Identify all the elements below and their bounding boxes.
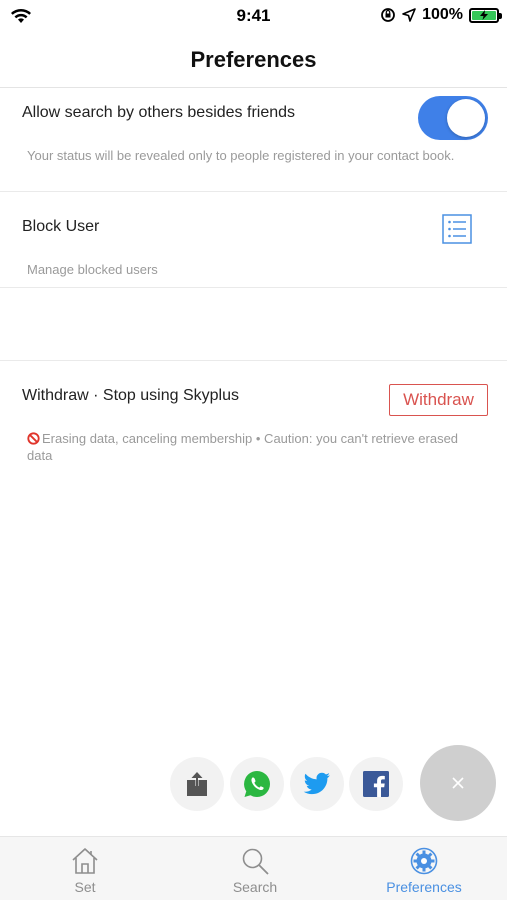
orientation-lock-icon xyxy=(381,8,395,22)
block-user-description: Manage blocked users xyxy=(27,262,158,277)
twitter-icon xyxy=(303,772,330,795)
block-user-row[interactable]: Block User Manage blocked users xyxy=(0,192,507,288)
prohibited-icon xyxy=(27,432,40,445)
export-icon xyxy=(187,772,207,796)
tab-label: Preferences xyxy=(386,879,462,895)
section-spacer xyxy=(0,288,507,361)
whatsapp-icon xyxy=(244,771,270,797)
withdraw-description: Erasing data, canceling membership • Cau… xyxy=(27,430,477,464)
tab-bar: Set Search Preferences xyxy=(0,836,507,900)
battery-percent: 100% xyxy=(422,6,463,23)
withdraw-title: Withdraw · Stop using Skyplus xyxy=(22,387,239,404)
share-facebook-button[interactable] xyxy=(349,757,403,811)
location-icon xyxy=(402,8,416,22)
withdraw-button[interactable]: Withdraw xyxy=(389,384,488,416)
withdraw-description-text: Erasing data, canceling membership • Cau… xyxy=(27,431,459,463)
page-title: Preferences xyxy=(190,46,317,72)
tab-preferences[interactable]: Preferences xyxy=(374,837,474,900)
list-icon[interactable] xyxy=(442,214,472,244)
share-twitter-button[interactable] xyxy=(290,757,344,811)
status-bar: 9:41 100% xyxy=(0,0,507,32)
status-right: 100% xyxy=(380,6,502,24)
block-user-title: Block User xyxy=(22,218,100,235)
tab-set[interactable]: Set xyxy=(55,837,115,900)
close-share-button[interactable] xyxy=(420,745,496,821)
facebook-icon xyxy=(363,771,389,797)
tab-search[interactable]: Search xyxy=(215,837,295,900)
close-icon xyxy=(452,777,464,789)
battery-icon xyxy=(469,7,502,23)
header: Preferences xyxy=(0,32,507,88)
search-by-others-row: Allow search by others besides friends Y… xyxy=(0,89,507,192)
share-export-button[interactable] xyxy=(170,757,224,811)
tab-label: Set xyxy=(74,879,96,895)
search-by-others-toggle[interactable] xyxy=(418,96,488,140)
search-by-others-description: Your status will be revealed only to peo… xyxy=(27,148,455,163)
toggle-knob xyxy=(447,99,485,137)
share-whatsapp-button[interactable] xyxy=(230,757,284,811)
search-by-others-title: Allow search by others besides friends xyxy=(22,104,296,121)
home-icon xyxy=(72,848,98,874)
tab-label: Search xyxy=(232,879,278,895)
gear-icon xyxy=(410,847,438,875)
search-icon xyxy=(242,848,269,875)
withdraw-row: Withdraw · Stop using Skyplus Withdraw E… xyxy=(0,361,507,481)
